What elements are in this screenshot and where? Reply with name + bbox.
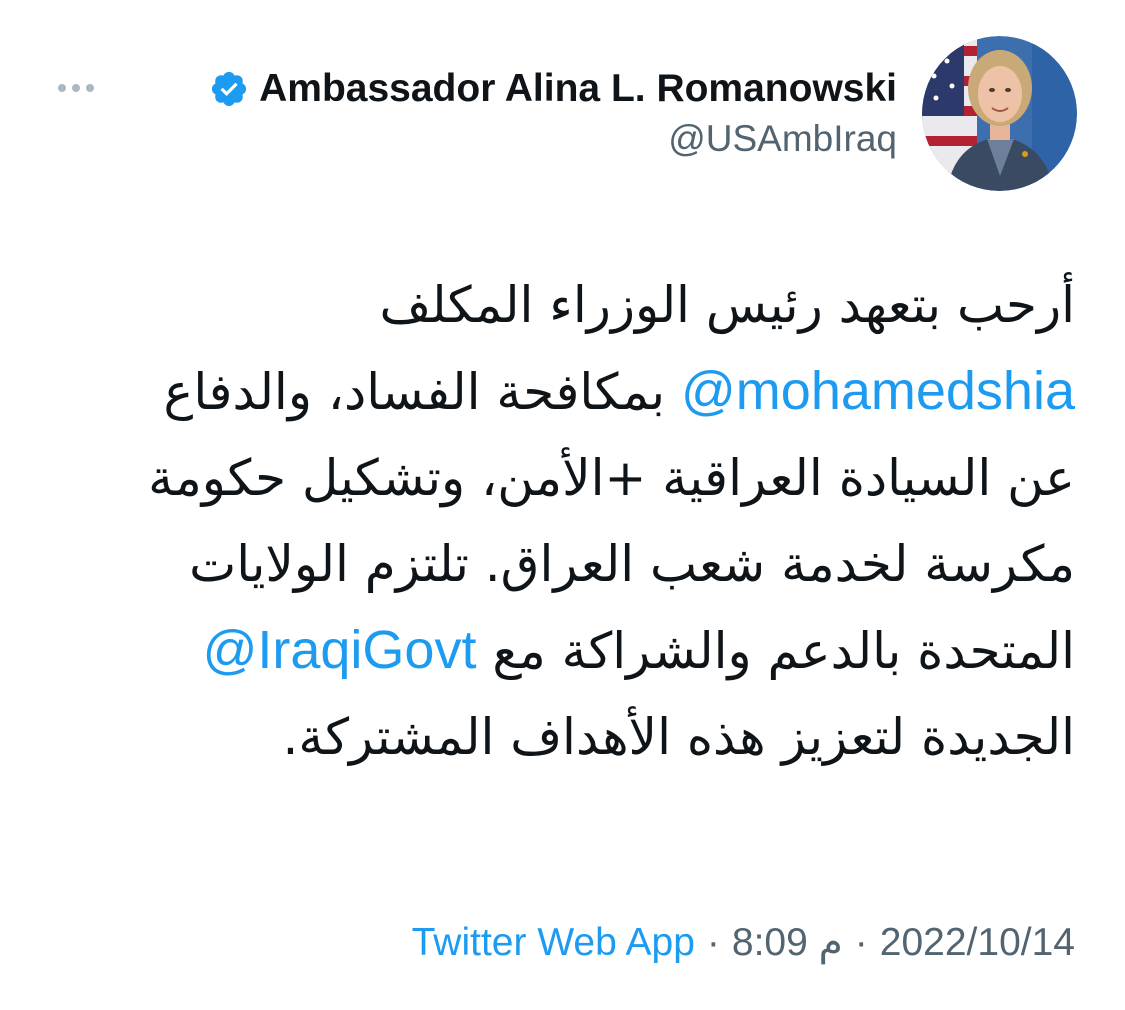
avatar-image xyxy=(922,36,1077,191)
mention-link[interactable]: @IraqiGovt xyxy=(203,620,477,680)
verified-badge-icon xyxy=(212,71,247,107)
avatar[interactable] xyxy=(922,36,1077,191)
author-handle[interactable]: @USAmbIraq xyxy=(209,118,897,160)
more-dot-icon xyxy=(72,84,80,92)
tweet-text-segment: أرحب بتعهد رئيس الوزراء المكلف xyxy=(379,276,1075,334)
tweet-date[interactable]: 2022/10/14 xyxy=(880,921,1075,965)
source-link[interactable]: Twitter Web App xyxy=(412,921,695,965)
author-info: Ambassador Alina L. Romanowski @USAmbIra… xyxy=(209,60,897,160)
tweet-text: أرحب بتعهد رئيس الوزراء المكلف @mohameds… xyxy=(90,262,1075,780)
meta-separator: · xyxy=(854,921,868,964)
author-display-name: Ambassador Alina L. Romanowski xyxy=(259,67,897,110)
tweet-text-segment: الجديدة لتعزيز هذه الأهداف المشتركة. xyxy=(282,708,1075,766)
author-name-row[interactable]: Ambassador Alina L. Romanowski xyxy=(209,60,897,118)
meta-separator: · xyxy=(706,921,720,964)
more-dot-icon xyxy=(58,84,66,92)
mention-link[interactable]: @mohamedshia xyxy=(681,361,1075,421)
tweet-time[interactable]: 8:09 م xyxy=(732,920,843,965)
tweet-card: Ambassador Alina L. Romanowski @USAmbIra… xyxy=(0,0,1125,1010)
more-options-button[interactable] xyxy=(50,70,102,106)
tweet-meta: Twitter Web App · 8:09 م · 2022/10/14 xyxy=(412,920,1075,965)
more-dot-icon xyxy=(86,84,94,92)
